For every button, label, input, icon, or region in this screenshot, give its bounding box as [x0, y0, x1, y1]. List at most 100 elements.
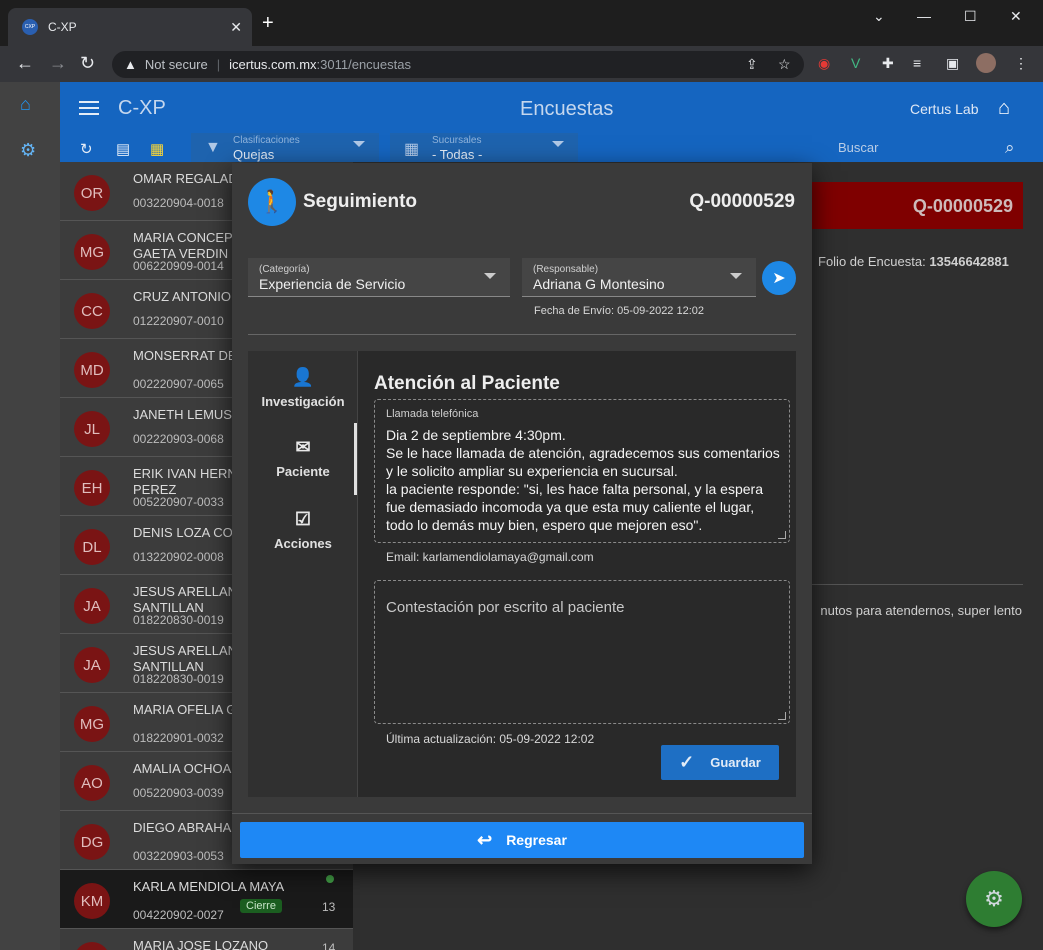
- seguimiento-dialog: 🚶 Seguimiento Q-00000529 (Categoría) Exp…: [232, 163, 812, 864]
- ultima-actualizacion: Última actualización: 05-09-2022 12:02: [386, 732, 595, 746]
- app-brand: C-XP: [118, 97, 166, 119]
- clasificaciones-label: Clasificaciones: [233, 135, 300, 146]
- avatar: JA: [74, 647, 110, 683]
- avatar: CC: [74, 293, 110, 329]
- tab-label: Investigación: [261, 394, 345, 409]
- vue-devtools-icon[interactable]: V: [851, 55, 860, 71]
- search-input[interactable]: Buscar: [838, 140, 878, 155]
- calendar-icon[interactable]: ▦: [150, 140, 164, 158]
- avatar: EH: [74, 470, 110, 506]
- close-window-icon[interactable]: ✕: [1010, 8, 1022, 25]
- list-item-folio: 003220904-0018: [133, 196, 224, 210]
- search-icon[interactable]: ⌕: [1005, 138, 1015, 158]
- respuesta-textarea[interactable]: Contestación por escrito al paciente: [374, 580, 790, 724]
- llamada-textarea[interactable]: Llamada telefónica Dia 2 de septiembre 4…: [374, 399, 790, 543]
- home-icon[interactable]: ⌂: [20, 94, 31, 115]
- tab-search-icon[interactable]: ⌄: [873, 8, 885, 25]
- regresar-button[interactable]: ↩ Regresar: [240, 822, 804, 858]
- tab-acciones[interactable]: ☑ Acciones: [248, 509, 358, 551]
- avatar: MG: [74, 706, 110, 742]
- resize-handle-icon[interactable]: [778, 712, 786, 720]
- user-settings-icon[interactable]: ⚙: [20, 140, 36, 161]
- detail-folio: Q-00000529: [912, 196, 1013, 216]
- online-dot: [326, 875, 334, 883]
- list-item[interactable]: KM KARLA MENDIOLA MAYA 004220902-0027 Cierr…: [60, 870, 360, 929]
- back-icon[interactable]: ←: [16, 54, 34, 72]
- walking-person-icon: 🚶: [248, 178, 296, 226]
- export-file-icon[interactable]: ▤: [116, 140, 130, 158]
- home-icon[interactable]: ⌂: [998, 97, 1010, 120]
- list-item-folio: 005220907-0033: [133, 495, 224, 509]
- list-item[interactable]: ML MARIA JOSE LOZANO MEJIA 14: [60, 929, 360, 950]
- new-tab-icon[interactable]: +: [262, 13, 274, 33]
- reply-arrow-icon: ↩: [477, 829, 493, 850]
- content-title: Atención al Paciente: [374, 373, 560, 394]
- avatar: JL: [74, 411, 110, 447]
- list-item-name: KARLA MENDIOLA MAYA: [133, 879, 285, 894]
- send-button[interactable]: ➤: [762, 261, 796, 295]
- avatar: DL: [74, 529, 110, 565]
- sucursales-select[interactable]: ▦ Sucursales - Todas -: [390, 133, 578, 163]
- send-icon: ➤: [772, 270, 786, 287]
- browser-tab[interactable]: CXP C-XP ✕: [8, 8, 252, 46]
- reload-icon[interactable]: ↻: [80, 54, 95, 72]
- maximize-icon[interactable]: ☐: [964, 8, 977, 25]
- menu-kebab-icon[interactable]: ⋮: [1014, 55, 1028, 72]
- menu-icon[interactable]: [79, 101, 99, 115]
- sucursales-value: - Todas -: [432, 147, 483, 162]
- list-item-folio: 018220830-0019: [133, 613, 224, 627]
- llamada-line: la paciente responde: "si, les hace falt…: [386, 481, 763, 533]
- list-item-folio: 004220902-0027: [133, 908, 224, 922]
- minimize-icon[interactable]: —: [917, 8, 931, 24]
- browser-window: CXP C-XP ✕ + ⌄ — ☐ ✕ ← → ↻ ▲ Not secure …: [0, 0, 1043, 950]
- side-panel-icon[interactable]: ▣: [946, 55, 959, 72]
- favicon-icon: CXP: [22, 19, 38, 35]
- settings-fab[interactable]: ⚙: [966, 871, 1022, 927]
- tab-investigacion[interactable]: 👤 Investigación: [248, 367, 358, 409]
- close-tab-icon[interactable]: ✕: [230, 19, 242, 36]
- chevron-down-icon: [484, 273, 496, 279]
- llamada-label: Llamada telefónica: [386, 408, 479, 420]
- tab-paciente[interactable]: ✉ Paciente: [248, 437, 358, 479]
- extension-icon[interactable]: ◉: [818, 55, 830, 72]
- guardar-button[interactable]: ✓ Guardar: [661, 745, 779, 780]
- tab-strip: CXP C-XP ✕ + ⌄ — ☐ ✕: [0, 0, 1043, 46]
- resize-handle-icon[interactable]: [778, 531, 786, 539]
- reading-list-icon[interactable]: ≡: [913, 55, 921, 71]
- list-item-folio: 002220903-0068: [133, 432, 224, 446]
- profile-avatar[interactable]: [976, 53, 996, 73]
- guardar-label: Guardar: [710, 755, 761, 770]
- address-bar[interactable]: ▲ Not secure | icertus.com.mx :3011/encu…: [112, 51, 804, 78]
- folio-encuesta-label: Folio de Encuesta:: [818, 254, 926, 269]
- gear-icon: ⚙: [984, 886, 1004, 911]
- app-bar: C-XP Encuestas Certus Lab ⌂ ↻ ▤ ▦ ▼ Clas…: [60, 82, 1043, 163]
- categoria-select[interactable]: (Categoría) Experiencia de Servicio: [248, 258, 510, 297]
- refresh-icon[interactable]: ↻: [80, 140, 93, 158]
- dialog-content: 👤 Investigación ✉ Paciente ☑ Acciones At…: [248, 351, 796, 797]
- list-item-folio: 006220909-0014: [133, 259, 224, 273]
- tab-label: Paciente: [276, 464, 330, 479]
- tab-label: Acciones: [274, 536, 332, 551]
- share-icon[interactable]: ⇪: [746, 56, 758, 73]
- llamada-line: Dia 2 de septiembre 4:30pm.: [386, 427, 566, 443]
- list-item-folio: 003220903-0053: [133, 849, 224, 863]
- responsable-value: Adriana G Montesino: [533, 276, 665, 292]
- clasificaciones-select[interactable]: ▼ Clasificaciones Quejas: [191, 133, 379, 163]
- categoria-label: (Categoría): [259, 264, 310, 275]
- folio-encuesta-value: 13546642881: [929, 254, 1009, 269]
- list-item-folio: 013220902-0008: [133, 550, 224, 564]
- responsable-select[interactable]: (Responsable) Adriana G Montesino: [522, 258, 756, 297]
- puzzle-icon[interactable]: ✚: [882, 55, 894, 72]
- divider: [812, 584, 1023, 585]
- chevron-down-icon: [730, 273, 742, 279]
- forward-icon[interactable]: →: [49, 54, 67, 72]
- categoria-value: Experiencia de Servicio: [259, 276, 406, 292]
- comment-text: nutos para atendernos, super lento: [820, 603, 1022, 618]
- dialog-title: Seguimiento: [303, 191, 418, 212]
- address-separator: |: [216, 57, 221, 72]
- folio-encuesta: Folio de Encuesta: 13546642881: [818, 254, 1009, 269]
- bookmark-star-icon[interactable]: ☆: [778, 56, 791, 73]
- status-badge: Cierre: [240, 899, 282, 913]
- fecha-envio: Fecha de Envío: 05-09-2022 12:02: [534, 305, 705, 317]
- url-host: icertus.com.mx: [229, 57, 317, 72]
